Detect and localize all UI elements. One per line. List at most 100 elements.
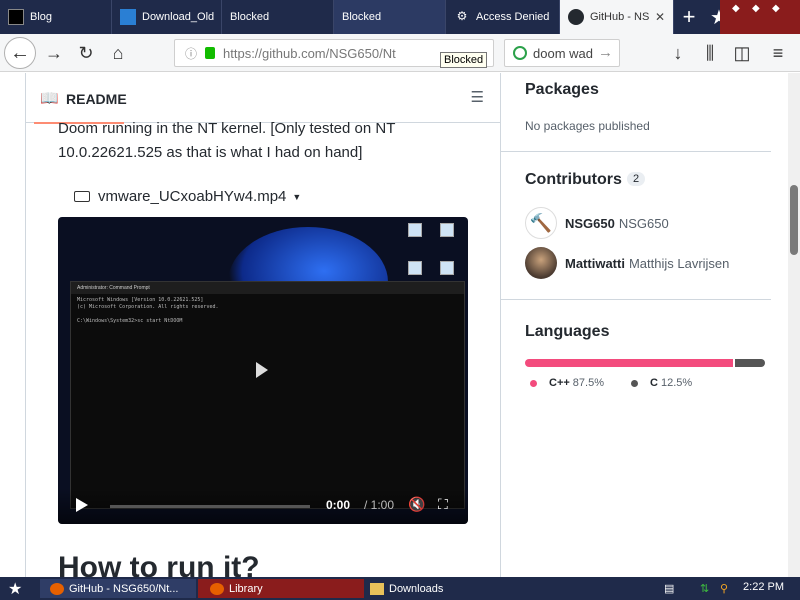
divider bbox=[501, 151, 771, 152]
github-icon bbox=[568, 9, 584, 25]
language-name: C++ bbox=[549, 377, 570, 389]
taskbar-item-downloads[interactable]: Downloads bbox=[370, 579, 443, 598]
tab-label: Access Denied bbox=[476, 11, 550, 23]
language-percent: 12.5% bbox=[660, 377, 693, 389]
mute-icon[interactable]: 🔇 bbox=[408, 496, 425, 513]
home-icon[interactable]: ⌂ bbox=[102, 37, 134, 69]
recycle-bin-icon bbox=[440, 223, 454, 237]
tab-bar: Blog Download_Old Blocked Blocked ⚙ Acce… bbox=[0, 0, 800, 34]
menu-icon[interactable]: ≡ bbox=[762, 37, 794, 69]
url-text: https://github.com/NSG650/Nt bbox=[223, 45, 396, 61]
desktop-icon bbox=[408, 223, 422, 237]
blog-icon bbox=[8, 9, 24, 25]
language-dot bbox=[631, 379, 638, 387]
page-content: 📖 README ☰ Doom running in the NT kernel… bbox=[0, 73, 800, 577]
shield-icon: ⚙ bbox=[456, 9, 468, 23]
library-icon[interactable]: ⫼ bbox=[694, 37, 726, 69]
outline-icon[interactable]: ☰ bbox=[471, 88, 484, 106]
nav-bar: ← → ↻ ⌂ ⓘ https://github.com/NSG650/Nt d… bbox=[0, 34, 800, 72]
readme-paragraph: Doom running in the NT kernel. [Only tes… bbox=[58, 120, 396, 161]
contributors-heading[interactable]: Contributors bbox=[525, 171, 622, 189]
tab-download-old[interactable]: Download_Old bbox=[112, 0, 222, 34]
tab-label: Blocked bbox=[342, 11, 382, 23]
cmd-line: C:\Windows\System32>sc start NtDOOM bbox=[77, 318, 183, 324]
close-window-icon[interactable]: ◆ bbox=[772, 3, 780, 14]
close-icon[interactable]: ✕ bbox=[655, 10, 665, 24]
video-camera-icon bbox=[74, 191, 90, 202]
contributor-name: Matthijs Lavrijsen bbox=[628, 255, 730, 271]
repo-sidebar: Packages No packages published Contribut… bbox=[501, 73, 785, 577]
readme-panel: 📖 README ☰ Doom running in the NT kernel… bbox=[25, 73, 501, 577]
page-scrollbar[interactable] bbox=[788, 73, 800, 577]
language-bar-segment-cpp bbox=[525, 359, 734, 367]
contributor-login: Mattiwatti bbox=[565, 255, 625, 271]
search-input[interactable]: doom wad → bbox=[504, 39, 620, 67]
video-file-dropdown[interactable]: vmware_UCxoabHYw4.mp4 ▼ bbox=[74, 188, 301, 205]
lock-icon bbox=[205, 47, 216, 59]
tooltip: Blocked bbox=[440, 52, 488, 68]
language-dot bbox=[530, 379, 537, 387]
packages-heading[interactable]: Packages bbox=[525, 81, 599, 99]
forward-button[interactable]: → bbox=[38, 37, 70, 69]
video-duration: / 1:00 bbox=[364, 498, 395, 512]
tab-blog[interactable]: Blog bbox=[0, 0, 112, 34]
language-legend-cpp[interactable]: C++ 87.5% bbox=[530, 377, 604, 389]
taskbar-item-github[interactable]: GitHub - NSG650/Nt... bbox=[40, 579, 196, 598]
minimize-icon[interactable]: ◆ bbox=[732, 3, 740, 14]
scrollbar-thumb[interactable] bbox=[790, 185, 798, 255]
network-icon[interactable]: ⇅ bbox=[700, 579, 709, 598]
firefox-icon bbox=[210, 582, 224, 595]
video-controls: 0:00 / 1:00 🔇 ⛶ bbox=[58, 488, 468, 524]
contributor-name: NSG650 bbox=[618, 215, 669, 231]
avatar bbox=[525, 247, 557, 279]
tab-blocked-1[interactable]: Blocked bbox=[222, 0, 334, 34]
tab-label: Download_Old bbox=[142, 11, 215, 23]
window-controls: ◆ ◆ ◆ bbox=[720, 0, 800, 34]
fullscreen-icon[interactable]: ⛶ bbox=[438, 496, 448, 513]
video-progress-bar[interactable] bbox=[110, 505, 310, 508]
back-button[interactable]: ← bbox=[4, 37, 36, 69]
language-percent: 87.5% bbox=[572, 377, 604, 389]
search-icon bbox=[513, 46, 527, 60]
readme-header: 📖 README ☰ bbox=[26, 73, 500, 124]
contributors-count-badge: 2 bbox=[627, 172, 646, 186]
language-legend-c[interactable]: C 12.5% bbox=[631, 377, 692, 389]
tab-label: Blog bbox=[30, 11, 53, 23]
tab-access-denied[interactable]: ⚙ Access Denied bbox=[446, 0, 560, 34]
video-file-name: vmware_UCxoabHYw4.mp4 bbox=[98, 188, 287, 205]
play-overlay-icon[interactable] bbox=[256, 362, 268, 378]
book-icon: 📖 bbox=[40, 90, 59, 107]
search-go-icon[interactable]: → bbox=[598, 44, 613, 61]
contributor-item[interactable]: 🔨 NSG650 NSG650 bbox=[525, 207, 669, 239]
keyboard-icon[interactable]: ▤ bbox=[664, 579, 674, 598]
language-bar-segment-c bbox=[735, 359, 765, 367]
taskbar-label: GitHub - NSG650/Nt... bbox=[69, 582, 179, 595]
tab-label: Blocked bbox=[230, 11, 270, 23]
firefox-icon bbox=[50, 582, 64, 595]
packages-empty-text: No packages published bbox=[525, 119, 650, 133]
folder-icon bbox=[370, 582, 384, 595]
section-heading: How to run it? bbox=[58, 551, 260, 577]
taskbar-label: Library bbox=[229, 582, 263, 595]
video-player[interactable]: Administrator: Command Prompt Microsoft … bbox=[58, 217, 468, 524]
taskbar-item-library[interactable]: Library bbox=[198, 579, 364, 598]
cmd-title: Administrator: Command Prompt bbox=[71, 282, 464, 294]
start-star-icon[interactable]: ★ bbox=[8, 579, 22, 598]
reload-button[interactable]: ↻ bbox=[70, 37, 102, 69]
play-icon[interactable] bbox=[76, 498, 88, 512]
info-icon[interactable]: ⓘ bbox=[185, 45, 197, 62]
search-tray-icon[interactable]: ⚲ bbox=[720, 579, 728, 598]
taskbar: ★ GitHub - NSG650/Nt... Library Download… bbox=[0, 577, 800, 600]
sidebar-toggle-icon[interactable]: ◫ bbox=[726, 37, 758, 69]
language-name: C bbox=[650, 377, 658, 389]
maximize-icon[interactable]: ◆ bbox=[752, 3, 760, 14]
tab-blocked-2[interactable]: Blocked bbox=[334, 0, 446, 34]
readme-title[interactable]: README bbox=[66, 91, 127, 107]
video-current-time: 0:00 bbox=[326, 498, 351, 512]
taskbar-label: Downloads bbox=[389, 582, 444, 595]
tab-github[interactable]: GitHub - NS ✕ bbox=[560, 0, 674, 34]
downloads-icon[interactable]: ↓ bbox=[662, 37, 694, 69]
desktop-icon bbox=[440, 261, 454, 275]
contributor-item[interactable]: Mattiwatti Matthijs Lavrijsen bbox=[525, 247, 729, 279]
new-tab-button[interactable]: + bbox=[674, 0, 704, 34]
